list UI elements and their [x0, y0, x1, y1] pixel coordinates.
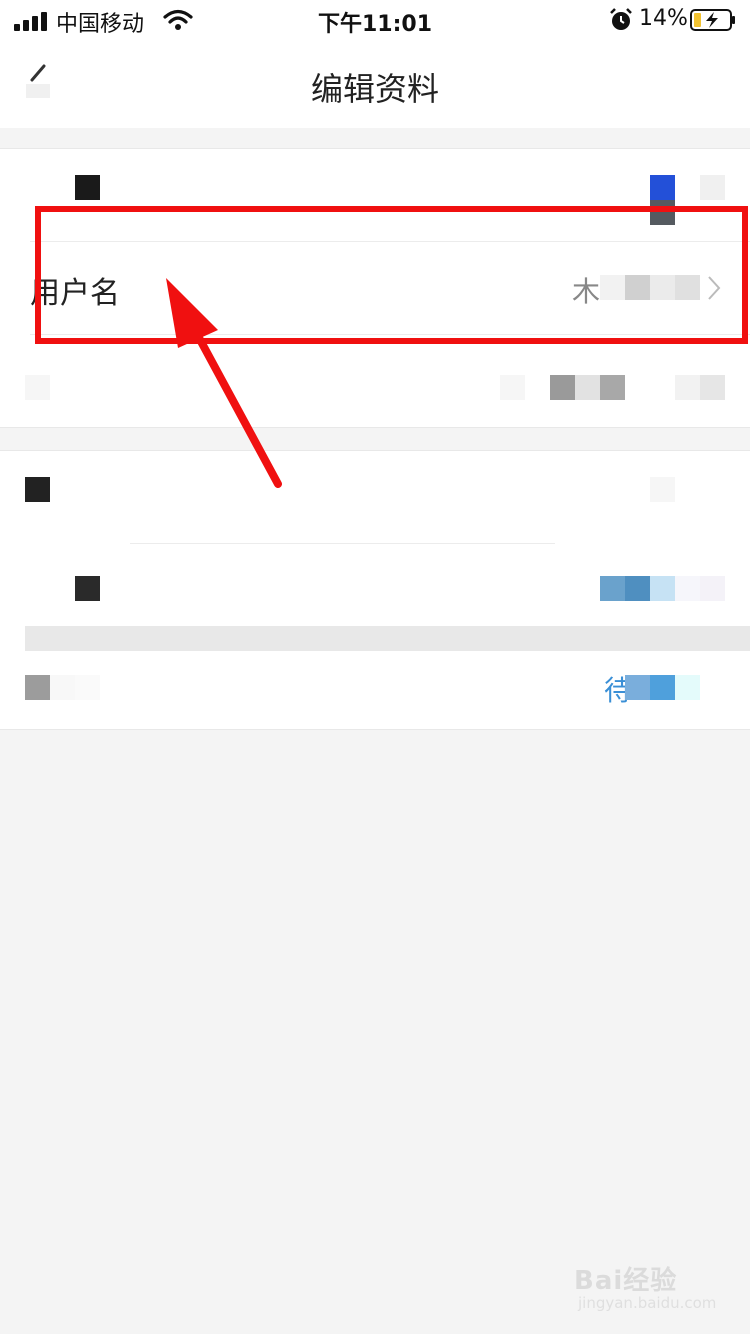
profile-row-3[interactable] — [0, 335, 750, 428]
row-band-mosaic — [25, 626, 750, 651]
watermark-url: jingyan.baidu.com — [578, 1294, 717, 1312]
profile-row-6[interactable]: 待 — [0, 651, 750, 731]
battery-charging-icon — [690, 9, 735, 31]
profile-group-2: 待 — [0, 450, 750, 730]
watermark-brand: Bai经验 — [574, 1266, 678, 1296]
username-label: 用户名 — [30, 276, 120, 311]
profile-row-5[interactable] — [0, 544, 750, 637]
profile-row-4[interactable] — [0, 451, 750, 544]
avatar-row[interactable] — [0, 149, 750, 242]
profile-group-1: 用户名 木 — [0, 148, 750, 428]
status-bar: 中国移动 下午11:01 14% — [0, 0, 750, 40]
username-value: 木 — [571, 275, 600, 308]
username-row[interactable]: 用户名 木 — [0, 242, 750, 335]
chevron-right-icon — [708, 276, 721, 300]
baidu-jingyan-watermark: Bai经验 jingyan.baidu.com — [574, 1260, 724, 1320]
battery-percent: 14% — [639, 6, 688, 31]
navigation-bar: 编辑资料 — [0, 40, 750, 128]
alarm-clock-icon — [610, 8, 632, 30]
status-time: 下午11:01 — [317, 12, 433, 37]
page-title: 编辑资料 — [310, 70, 439, 108]
